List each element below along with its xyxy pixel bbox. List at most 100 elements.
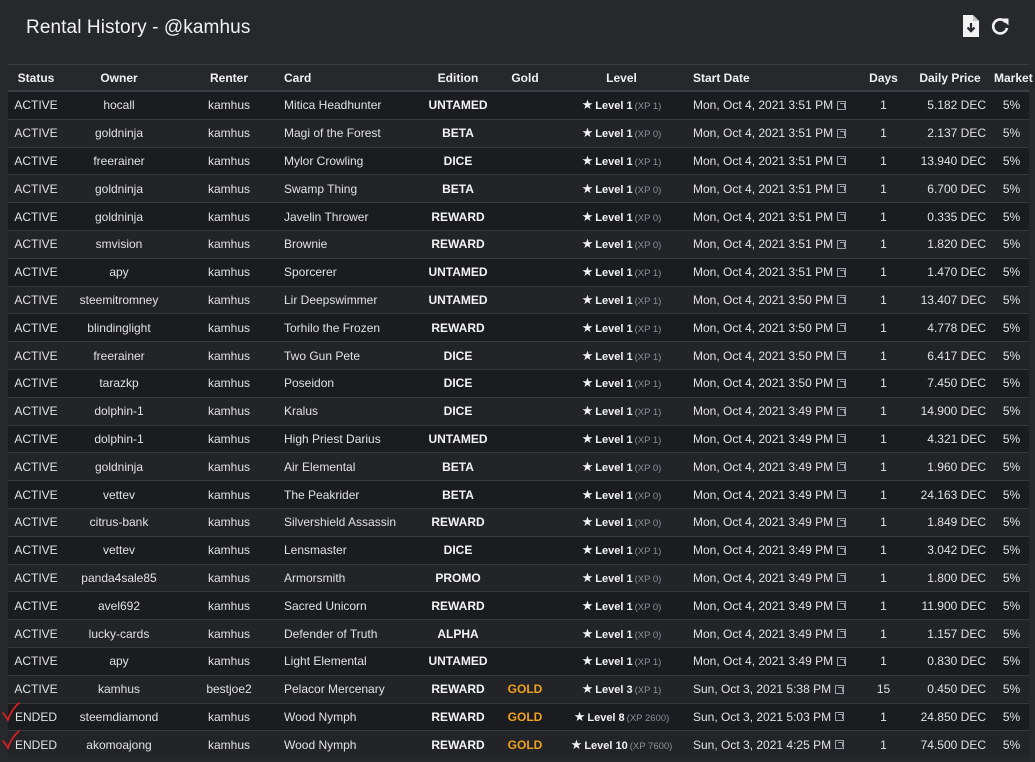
daily-price-cell: 1.800 DEC (906, 563, 994, 592)
external-link-icon[interactable] (837, 295, 847, 305)
external-link-icon[interactable] (835, 740, 845, 750)
external-link-icon[interactable] (837, 239, 847, 249)
refresh-button[interactable] (989, 14, 1011, 40)
external-link-icon[interactable] (837, 267, 847, 277)
table-row: ACTIVE apy kamhus Sporcerer UNTAMED ★ Level 1(… (8, 257, 1029, 287)
days-cell: 1 (861, 535, 906, 565)
external-link-icon[interactable] (837, 573, 847, 583)
external-link-icon[interactable] (837, 212, 847, 222)
edition-cell: BETA (416, 118, 500, 148)
col-header-market-fee[interactable]: Market Fee (994, 64, 1035, 92)
market-fee-cell: 5% (994, 646, 1029, 676)
start-date-cell: Mon, Oct 4, 2021 3:50 PM (693, 313, 861, 342)
start-date-cell: Mon, Oct 4, 2021 3:49 PM (693, 452, 861, 481)
level-label: Level 8 (587, 711, 625, 724)
external-link-icon[interactable] (837, 323, 847, 333)
edition-cell: REWARD (416, 674, 500, 704)
gold-cell (500, 396, 550, 426)
level-label: Level 1 (595, 155, 633, 168)
external-link-icon[interactable] (835, 684, 845, 694)
start-date-text: Mon, Oct 4, 2021 3:49 PM (693, 515, 834, 530)
download-button[interactable] (961, 14, 983, 40)
edition-cell: REWARD (416, 591, 500, 620)
external-link-icon[interactable] (837, 378, 847, 388)
start-date-text: Mon, Oct 4, 2021 3:49 PM (693, 570, 834, 585)
star-icon: ★ (581, 319, 594, 335)
external-link-icon[interactable] (837, 128, 847, 138)
card-cell: Swamp Thing (284, 174, 416, 203)
level-cell: ★ Level 1 (XP 1) (550, 424, 693, 453)
col-header-level[interactable]: Level (550, 64, 693, 92)
col-header-edition[interactable]: Edition (416, 64, 500, 92)
star-icon: ★ (581, 264, 594, 280)
external-link-icon[interactable] (837, 656, 847, 666)
owner-cell: goldninja (64, 118, 174, 148)
start-date-text: Sun, Oct 3, 2021 5:38 PM (693, 682, 832, 697)
owner-cell: goldninja (64, 202, 174, 231)
level-label: Level 3 (595, 684, 633, 697)
level-cell: ★ Level 1 (XP 1) (550, 257, 693, 287)
external-link-icon[interactable] (837, 517, 847, 527)
xp-label: (XP 0) (634, 601, 662, 613)
status-cell: ACTIVE (8, 535, 64, 565)
col-header-start-date[interactable]: Start Date (693, 64, 861, 92)
level-cell: ★ Level 1 (XP 1) (550, 90, 693, 120)
gold-cell (500, 480, 550, 509)
table-header-row: Status Owner Renter Card Edition Gold Le… (8, 64, 1035, 92)
external-link-icon[interactable] (837, 629, 847, 639)
status-cell: ENDED (8, 730, 64, 759)
external-link-icon[interactable] (837, 184, 847, 194)
col-header-status[interactable]: Status (8, 64, 64, 92)
star-icon: ★ (581, 152, 594, 168)
col-header-renter[interactable]: Renter (174, 64, 284, 92)
star-icon: ★ (581, 542, 594, 558)
external-link-icon[interactable] (837, 490, 847, 500)
col-header-gold[interactable]: Gold (500, 64, 550, 92)
star-icon: ★ (581, 514, 594, 530)
level-cell: ★ Level 1 (XP 0) (550, 452, 693, 481)
external-link-icon[interactable] (837, 601, 847, 611)
daily-price-cell: 1.960 DEC (906, 452, 994, 481)
external-link-icon[interactable] (837, 462, 847, 472)
level-cell: ★ Level 1 (XP 0) (550, 591, 693, 620)
market-fee-cell: 5% (994, 591, 1029, 620)
edition-cell: UNTAMED (416, 90, 500, 120)
owner-cell: goldninja (64, 174, 174, 203)
days-cell: 1 (861, 591, 906, 620)
status-cell: ACTIVE (8, 480, 64, 509)
market-fee-cell: 5% (994, 424, 1029, 453)
table-row: ACTIVE lucky-cards kamhus Defender of Truth… (8, 619, 1029, 648)
col-header-card[interactable]: Card (284, 64, 416, 92)
external-link-icon[interactable] (837, 351, 847, 361)
table-row: ACTIVE goldninja kamhus Javelin Thrower REWA… (8, 202, 1029, 231)
external-link-icon[interactable] (837, 406, 847, 416)
level-label: Level 1 (595, 128, 633, 141)
external-link-icon[interactable] (837, 434, 847, 444)
status-cell: ACTIVE (8, 563, 64, 592)
market-fee-cell: 5% (994, 341, 1029, 370)
renter-cell: kamhus (174, 396, 284, 426)
external-link-icon[interactable] (837, 156, 847, 166)
start-date-text: Mon, Oct 4, 2021 3:51 PM (693, 126, 834, 141)
col-header-days[interactable]: Days (861, 64, 906, 92)
days-cell: 1 (861, 146, 906, 175)
table-row: ACTIVE smvision kamhus Brownie REWARD ★ Level … (8, 229, 1029, 259)
external-link-icon[interactable] (835, 712, 845, 722)
owner-cell: citrus-bank (64, 507, 174, 537)
external-link-icon[interactable] (837, 545, 847, 555)
level-cell: ★ Level 1 (XP 1) (550, 396, 693, 426)
external-link-icon[interactable] (837, 100, 847, 110)
market-fee-cell: 5% (994, 702, 1029, 731)
table-row: ACTIVE apy kamhus Light Elemental UNTAMED ★ Le… (8, 646, 1029, 676)
card-cell: Armorsmith (284, 563, 416, 592)
edition-cell: DICE (416, 396, 500, 426)
renter-cell: kamhus (174, 341, 284, 370)
col-header-owner[interactable]: Owner (64, 64, 174, 92)
start-date-text: Mon, Oct 4, 2021 3:50 PM (693, 292, 834, 307)
status-cell: ACTIVE (8, 646, 64, 676)
renter-cell: kamhus (174, 702, 284, 731)
edition-cell: UNTAMED (416, 257, 500, 287)
level-cell: ★ Level 10 (XP 7600) (550, 730, 693, 759)
level-cell: ★ Level 1 (XP 0) (550, 229, 693, 259)
col-header-daily-price[interactable]: Daily Price (906, 64, 994, 92)
